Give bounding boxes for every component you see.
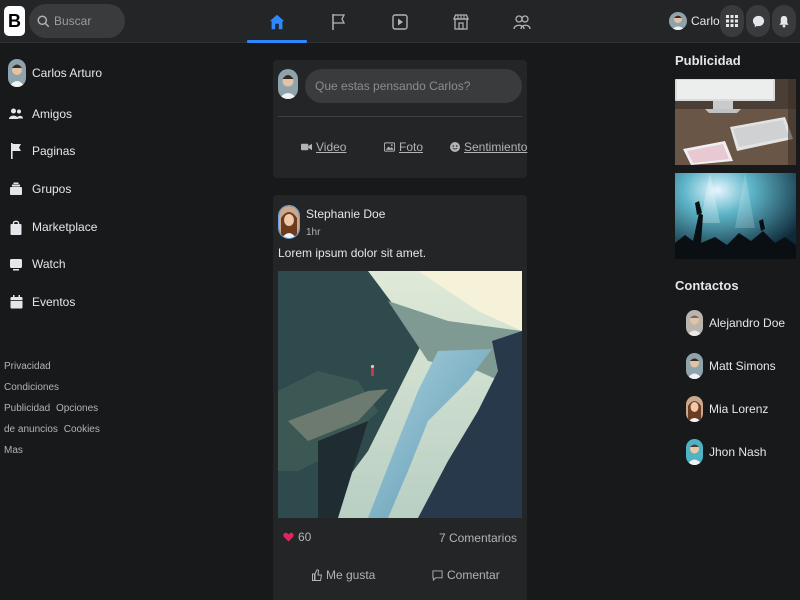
sidebar-item-amigos[interactable]: Amigos	[8, 99, 72, 129]
post-author[interactable]: Stephanie Doe	[306, 207, 385, 221]
ad-image[interactable]	[675, 79, 796, 165]
footer-link[interactable]: Condiciones	[4, 382, 59, 393]
avatar	[8, 59, 26, 87]
photo-button[interactable]: Foto	[384, 140, 423, 154]
app-logo[interactable]: B	[4, 6, 25, 36]
bag-icon	[8, 219, 24, 235]
tab-watch[interactable]	[370, 0, 430, 43]
messenger-button[interactable]	[746, 5, 770, 37]
footer-link[interactable]: Cookies	[64, 424, 100, 435]
flag-icon	[8, 143, 24, 159]
sidebar-item-label: Carlos Arturo	[32, 66, 103, 80]
search-icon	[37, 14, 50, 27]
post-text: Lorem ipsum dolor sit amet.	[278, 246, 427, 260]
likes-value: 60	[298, 530, 312, 544]
contact-item[interactable]: Mia Lorenz	[680, 395, 768, 423]
flag-icon	[332, 13, 346, 30]
notifications-button[interactable]	[772, 5, 796, 37]
messenger-icon	[752, 15, 764, 27]
bell-icon	[779, 15, 789, 28]
tab-marketplace[interactable]	[431, 0, 491, 43]
smile-icon	[450, 142, 460, 152]
profile-chip[interactable]: Carlos	[665, 7, 726, 35]
sidebar-item-label: Watch	[32, 257, 66, 271]
comments-count[interactable]: 7 Comentarios	[439, 531, 517, 545]
play-icon	[392, 13, 408, 30]
post-image[interactable]	[278, 271, 522, 518]
avatar	[669, 12, 687, 30]
home-icon	[269, 14, 285, 29]
sidebar-item-label: Amigos	[32, 107, 73, 121]
contact-item[interactable]: Matt Simons	[680, 352, 776, 380]
comment-button[interactable]: Comentar	[432, 568, 500, 582]
heart-icon	[283, 532, 294, 542]
contacts-title: Contactos	[675, 278, 739, 293]
sidebar-item-paginas[interactable]: Paginas	[8, 136, 75, 166]
store-icon	[453, 13, 469, 30]
divider	[278, 116, 522, 117]
comment-icon	[432, 569, 443, 581]
avatar	[686, 310, 703, 336]
contact-name: Matt Simons	[709, 359, 776, 373]
group-icon	[513, 14, 531, 29]
comment-label: Comentar	[447, 568, 500, 582]
composer-input[interactable]: Que estas pensando Carlos?	[305, 69, 522, 103]
sidebar-item-profile[interactable]: Carlos Arturo	[8, 58, 102, 88]
contact-name: Jhon Nash	[709, 445, 767, 459]
like-button[interactable]: Me gusta	[312, 568, 375, 582]
sidebar-item-label: Paginas	[32, 144, 76, 158]
footer-link[interactable]: Privacidad	[4, 361, 51, 372]
tv-icon	[8, 256, 24, 272]
tab-pages[interactable]	[309, 0, 369, 43]
avatar[interactable]	[278, 205, 300, 239]
sidebar-item-watch[interactable]: Watch	[8, 249, 66, 279]
contact-item[interactable]: Jhon Nash	[680, 438, 766, 466]
like-label: Me gusta	[326, 568, 376, 582]
video-icon	[301, 143, 312, 151]
avatar	[686, 439, 703, 465]
feed-post: Stephanie Doe 1hr Lorem ipsum dolor sit …	[273, 195, 527, 600]
avatar	[686, 353, 703, 379]
search-input[interactable]	[54, 14, 124, 28]
footer-link[interactable]: Mas	[4, 445, 23, 456]
post-composer: Que estas pensando Carlos? Video Foto Se…	[273, 60, 527, 178]
thumbs-up-icon	[312, 569, 322, 581]
sidebar-item-marketplace[interactable]: Marketplace	[8, 212, 97, 242]
contact-name: Mia Lorenz	[709, 402, 769, 416]
top-navbar: B Carlos	[0, 0, 800, 43]
photo-icon	[384, 142, 395, 152]
sidebar-item-grupos[interactable]: Grupos	[8, 174, 71, 204]
menu-button[interactable]	[720, 5, 744, 37]
likes-count[interactable]: 60	[283, 530, 311, 544]
tab-home[interactable]	[247, 0, 307, 43]
ad-image[interactable]	[675, 173, 796, 259]
contact-item[interactable]: Alejandro Doe	[680, 309, 785, 337]
friends-icon	[8, 106, 24, 122]
sidebar-item-label: Eventos	[32, 295, 76, 309]
grid-menu-icon	[726, 15, 738, 27]
sidebar-item-eventos[interactable]: Eventos	[8, 287, 75, 317]
calendar-icon	[8, 294, 24, 310]
sidebar-item-label: Marketplace	[32, 220, 98, 234]
photo-label: Foto	[399, 140, 424, 154]
avatar	[278, 69, 298, 99]
footer-link[interactable]: Publicidad	[4, 403, 50, 414]
video-button[interactable]: Video	[301, 140, 346, 154]
feeling-button[interactable]: Sentimiento	[450, 140, 527, 154]
post-time: 1hr	[306, 227, 321, 238]
groups-icon	[8, 181, 24, 197]
video-label: Video	[316, 140, 347, 154]
tab-groups[interactable]	[492, 0, 552, 43]
feeling-label: Sentimiento	[464, 140, 528, 154]
sidebar-item-label: Grupos	[32, 182, 72, 196]
contact-name: Alejandro Doe	[709, 316, 786, 330]
avatar	[686, 396, 703, 422]
footer-links: Privacidad Condiciones Publicidad Opcion…	[4, 356, 104, 461]
search-box[interactable]	[29, 4, 125, 38]
ads-title: Publicidad	[675, 53, 741, 68]
